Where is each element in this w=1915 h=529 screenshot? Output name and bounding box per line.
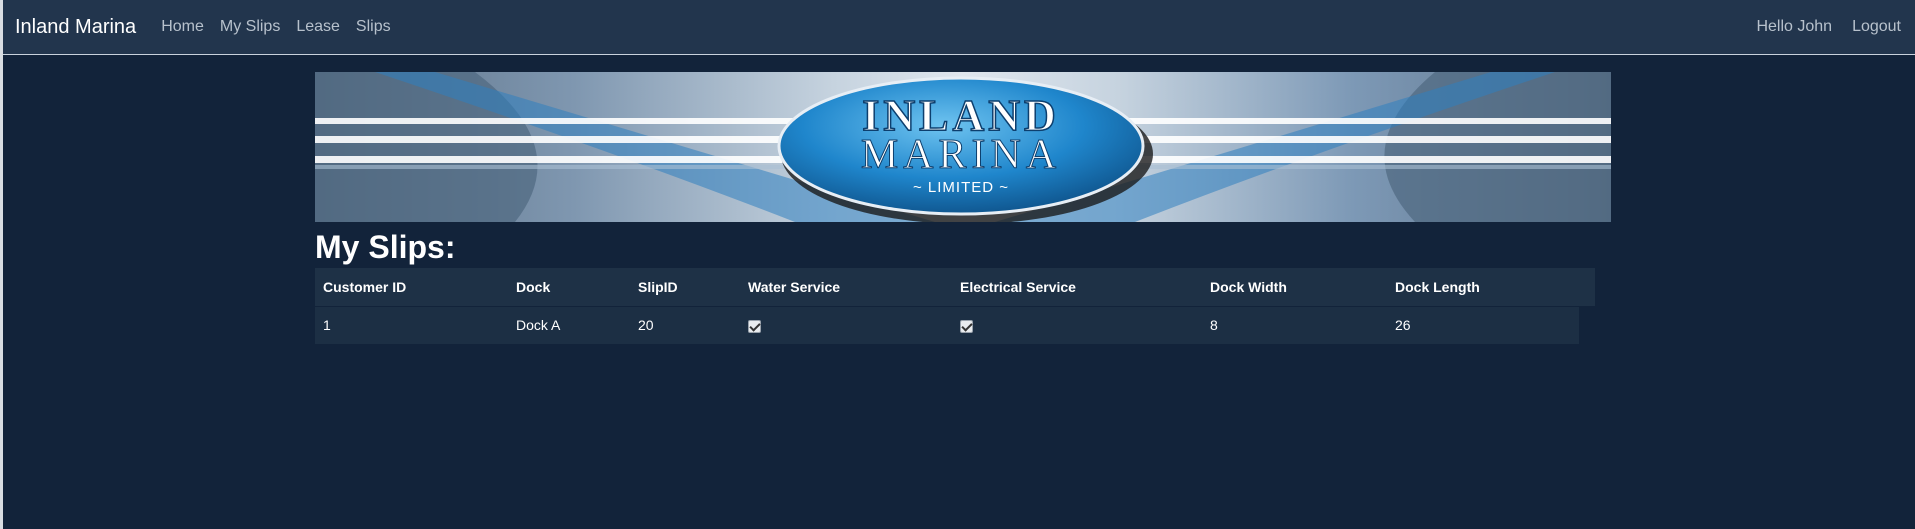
- cell-electrical-service: [952, 306, 1202, 344]
- brand-link[interactable]: Inland Marina: [15, 16, 136, 39]
- header-dock-width: Dock Width: [1202, 268, 1387, 307]
- header-water-service: Water Service: [740, 268, 952, 307]
- window-edge: [0, 0, 3, 529]
- nav-link-slips[interactable]: Slips: [356, 18, 391, 36]
- page-title: My Slips:: [315, 229, 456, 265]
- cell-water-service: [740, 306, 952, 344]
- electrical-service-checkbox: [960, 320, 973, 334]
- header-dock-length: Dock Length: [1387, 268, 1595, 307]
- cell-dock-length: 26: [1387, 306, 1611, 344]
- slips-table: Customer ID Dock SlipID Water Service El…: [315, 268, 1611, 344]
- logout-link[interactable]: Logout: [1852, 18, 1901, 36]
- marina-banner-logo: INLAND MARINA ~ LIMITED ~: [315, 72, 1611, 222]
- cell-dock-width: 8: [1202, 306, 1387, 344]
- cell-customer-id: 1: [315, 306, 508, 344]
- header-dock: Dock: [508, 268, 630, 307]
- header-customer-id: Customer ID: [315, 268, 508, 307]
- header-slip-id: SlipID: [630, 268, 740, 307]
- cell-slip-id: 20: [630, 306, 740, 344]
- nav-links: Home My Slips Lease Slips: [161, 18, 406, 36]
- nav-user-area: Hello John Logout: [1736, 18, 1901, 36]
- table-row: 1 Dock A 20 8 26: [315, 306, 1611, 344]
- nav-link-lease[interactable]: Lease: [296, 18, 340, 36]
- nav-link-my-slips[interactable]: My Slips: [220, 18, 280, 36]
- main-content: INLAND MARINA ~ LIMITED ~ My Slips: Cust…: [315, 72, 1611, 344]
- user-greeting-link[interactable]: Hello John: [1756, 18, 1832, 36]
- table-header-row: Customer ID Dock SlipID Water Service El…: [315, 268, 1595, 307]
- water-service-checkbox: [748, 320, 761, 334]
- nav-link-home[interactable]: Home: [161, 18, 204, 36]
- svg-text:~ LIMITED ~: ~ LIMITED ~: [913, 179, 1009, 196]
- cell-dock: Dock A: [508, 306, 630, 344]
- navbar: Inland Marina Home My Slips Lease Slips …: [3, 0, 1915, 55]
- header-electrical-service: Electrical Service: [952, 268, 1202, 307]
- svg-text:MARINA: MARINA: [861, 132, 1061, 178]
